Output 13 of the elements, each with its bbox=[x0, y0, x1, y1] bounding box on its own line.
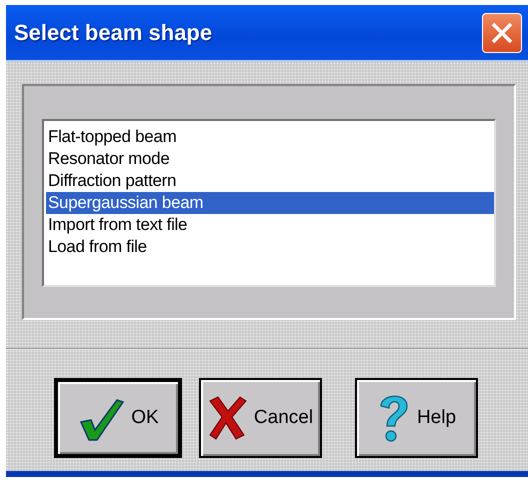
list-item[interactable]: Resonator mode bbox=[46, 148, 494, 170]
close-icon bbox=[490, 20, 514, 44]
list-item[interactable]: Load from file bbox=[46, 236, 494, 258]
close-button[interactable] bbox=[482, 12, 522, 52]
list-item[interactable]: Import from text file bbox=[46, 214, 494, 236]
ok-button[interactable]: OK bbox=[54, 378, 182, 458]
cross-icon bbox=[208, 395, 248, 441]
help-button[interactable]: Help bbox=[355, 378, 478, 458]
cancel-button[interactable]: Cancel bbox=[199, 378, 322, 458]
window-title: Select beam shape bbox=[14, 20, 212, 46]
list-item[interactable]: Supergaussian beam bbox=[46, 192, 494, 214]
list-item[interactable]: Diffraction pattern bbox=[46, 170, 494, 192]
list-item[interactable]: Flat-topped beam bbox=[46, 126, 494, 148]
